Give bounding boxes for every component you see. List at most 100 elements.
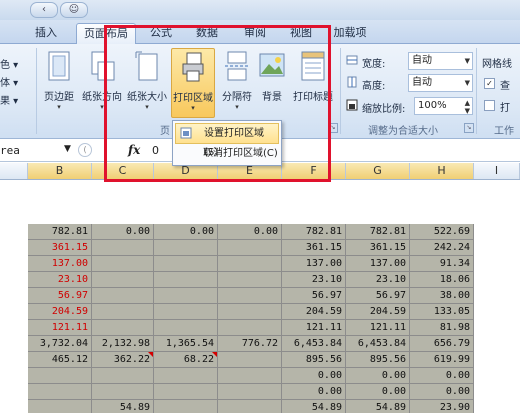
column-header[interactable]: B — [28, 163, 92, 179]
table-cell[interactable]: 121.11 — [282, 320, 346, 336]
table-cell[interactable]: 361.15 — [28, 240, 92, 256]
column-header[interactable]: I — [474, 163, 520, 179]
table-cell[interactable]: 137.00 — [282, 256, 346, 272]
table-cell[interactable]: 54.89 — [346, 400, 410, 413]
column-header[interactable]: F — [282, 163, 346, 179]
theme-effects-fragment[interactable]: 果 ▾ — [0, 92, 18, 107]
column-header[interactable]: C — [92, 163, 154, 179]
table-cell[interactable]: 121.11 — [346, 320, 410, 336]
table-cell[interactable] — [92, 320, 154, 336]
table-cell[interactable]: 121.11 — [28, 320, 92, 336]
column-header[interactable]: H — [410, 163, 474, 179]
table-cell[interactable] — [92, 240, 154, 256]
tab-add-ins[interactable]: 加载项 — [328, 23, 372, 43]
table-cell[interactable]: 18.06 — [410, 272, 474, 288]
table-cell[interactable]: 2,132.98 — [92, 336, 154, 352]
table-cell[interactable] — [92, 384, 154, 400]
table-cell[interactable] — [92, 288, 154, 304]
menu-item-set-print-area[interactable]: 设置打印区域(S) — [175, 123, 279, 158]
table-cell[interactable]: 3,732.04 — [28, 336, 92, 352]
table-cell[interactable]: 242.24 — [410, 240, 474, 256]
table-cell[interactable]: 895.56 — [282, 352, 346, 368]
table-cell[interactable] — [218, 368, 282, 384]
formula-cancel-icon[interactable]: ( — [78, 143, 92, 157]
table-cell[interactable] — [218, 400, 282, 413]
table-cell[interactable]: 465.12 — [28, 352, 92, 368]
table-cell[interactable]: 0.00 — [92, 224, 154, 240]
table-cell[interactable]: 0.00 — [154, 224, 218, 240]
table-cell[interactable] — [154, 272, 218, 288]
table-cell[interactable]: 1,365.54 — [154, 336, 218, 352]
orientation-button[interactable]: 纸张方向 ▾ — [80, 50, 124, 111]
select-all-corner[interactable] — [0, 163, 28, 179]
table-cell[interactable] — [218, 272, 282, 288]
table-cell[interactable] — [218, 352, 282, 368]
tab-view[interactable]: 视图 — [284, 23, 318, 43]
page-setup-launcher-icon[interactable]: ↘ — [328, 123, 338, 133]
table-cell[interactable]: 0.00 — [410, 384, 474, 400]
table-cell[interactable] — [154, 240, 218, 256]
table-cell[interactable]: 776.72 — [218, 336, 282, 352]
table-cell[interactable]: 81.98 — [410, 320, 474, 336]
table-cell[interactable]: 0.00 — [346, 384, 410, 400]
table-cell[interactable] — [218, 256, 282, 272]
table-cell[interactable] — [154, 304, 218, 320]
table-cell[interactable]: 656.79 — [410, 336, 474, 352]
print-area-button[interactable]: 打印区域 ▾ — [171, 48, 215, 118]
table-cell[interactable]: 56.97 — [28, 288, 92, 304]
table-cell[interactable]: 133.05 — [410, 304, 474, 320]
print-titles-button[interactable]: 打印标题 — [290, 50, 336, 103]
table-cell[interactable]: 362.22 — [92, 352, 154, 368]
menu-item-clear-print-area[interactable]: 取消打印区域(C) — [175, 144, 279, 163]
table-cell[interactable]: 56.97 — [346, 288, 410, 304]
table-cell[interactable]: 91.34 — [410, 256, 474, 272]
tab-insert[interactable]: 插入 — [26, 23, 66, 43]
table-cell[interactable]: 361.15 — [346, 240, 410, 256]
table-cell[interactable]: 0.00 — [410, 368, 474, 384]
table-cell[interactable]: 6,453.84 — [346, 336, 410, 352]
table-cell[interactable] — [154, 256, 218, 272]
table-cell[interactable]: 38.00 — [410, 288, 474, 304]
table-cell[interactable]: 522.69 — [410, 224, 474, 240]
table-cell[interactable]: 0.00 — [346, 368, 410, 384]
width-select[interactable]: 自动 ▼ — [408, 52, 473, 70]
scale-spinner[interactable]: 100% ▲ ▼ — [414, 97, 473, 115]
view-gridlines-checkbox[interactable]: ✓ — [484, 78, 495, 89]
table-cell[interactable] — [92, 368, 154, 384]
table-cell[interactable] — [154, 320, 218, 336]
table-cell[interactable]: 782.81 — [346, 224, 410, 240]
chevron-down-icon[interactable]: ▼ — [64, 144, 71, 154]
quick-access-icon[interactable]: ☺ — [60, 2, 88, 18]
background-button[interactable]: 背景 — [256, 50, 288, 103]
tab-review[interactable]: 审阅 — [238, 23, 272, 43]
theme-colors-fragment[interactable]: 色 ▾ — [0, 56, 18, 71]
paper-size-button[interactable]: 纸张大小 ▾ — [124, 50, 170, 111]
margins-button[interactable]: 页边距 ▾ — [40, 50, 78, 111]
table-cell[interactable] — [154, 368, 218, 384]
table-cell[interactable] — [218, 304, 282, 320]
table-cell[interactable]: 6,453.84 — [282, 336, 346, 352]
table-cell[interactable]: 895.56 — [346, 352, 410, 368]
table-cell[interactable] — [218, 384, 282, 400]
scale-launcher-icon[interactable]: ↘ — [464, 123, 474, 133]
table-cell[interactable]: 204.59 — [28, 304, 92, 320]
table-cell[interactable] — [154, 384, 218, 400]
print-gridlines-checkbox[interactable] — [484, 100, 495, 111]
table-cell[interactable] — [28, 368, 92, 384]
table-cell[interactable]: 0.00 — [218, 224, 282, 240]
table-cell[interactable] — [28, 384, 92, 400]
worksheet-grid[interactable]: 782.81 0.00 0.00 0.00 782.81 782.81 522.69 361.… — [0, 180, 520, 413]
table-cell[interactable] — [92, 256, 154, 272]
table-cell[interactable]: 137.00 — [28, 256, 92, 272]
formula-input[interactable]: 0 — [152, 143, 159, 158]
table-cell[interactable]: 23.10 — [346, 272, 410, 288]
tab-data[interactable]: 数据 — [190, 23, 224, 43]
table-cell[interactable]: 0.00 — [282, 384, 346, 400]
table-cell[interactable]: 54.89 — [282, 400, 346, 413]
table-cell[interactable]: 361.15 — [282, 240, 346, 256]
breaks-button[interactable]: 分隔符 ▾ — [218, 50, 256, 111]
height-select[interactable]: 自动 ▼ — [408, 74, 473, 92]
table-cell[interactable]: 782.81 — [282, 224, 346, 240]
table-cell[interactable] — [92, 304, 154, 320]
table-cell[interactable]: 23.90 — [410, 400, 474, 413]
